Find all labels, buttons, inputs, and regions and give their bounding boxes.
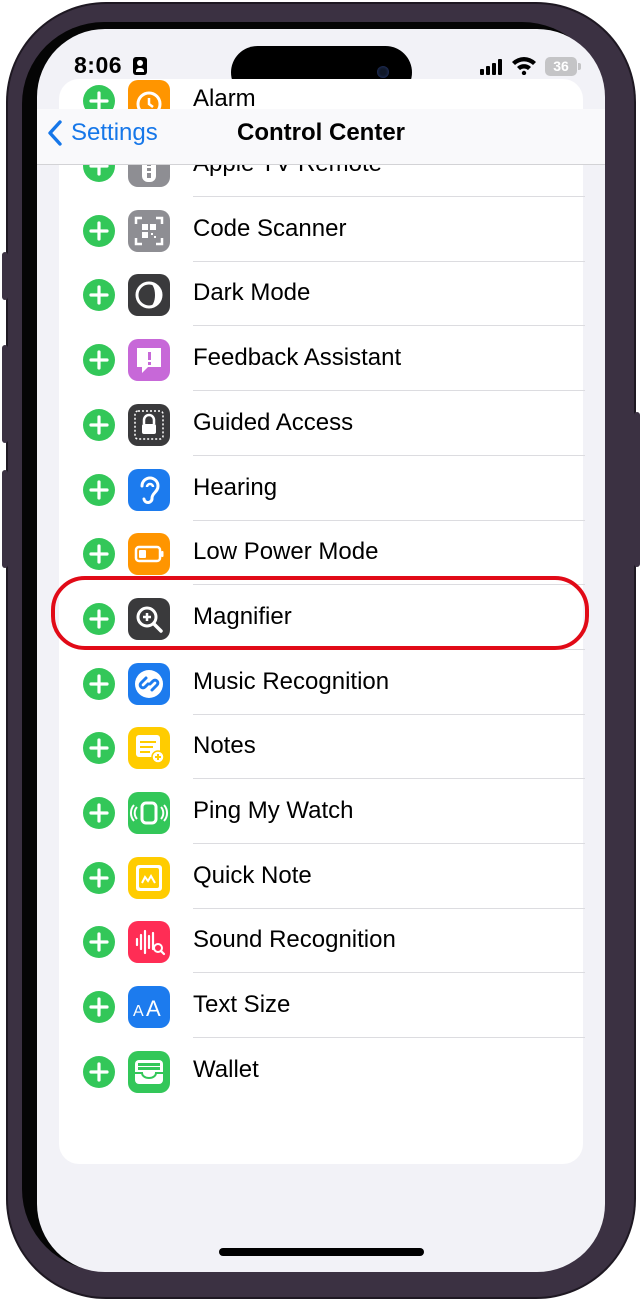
control-label: Guided Access	[193, 408, 354, 436]
control-label: Low Power Mode	[193, 538, 379, 566]
control-row-hearing: Hearing	[59, 457, 585, 521]
svg-text:A: A	[133, 1003, 144, 1020]
volume-down-button	[2, 470, 8, 568]
plus-icon	[89, 415, 109, 435]
control-label: Hearing	[193, 473, 278, 501]
add-control-button[interactable]	[83, 344, 115, 377]
add-control-button[interactable]	[83, 667, 115, 700]
plus-icon	[89, 997, 109, 1017]
control-label: Text Size	[193, 991, 291, 1019]
add-control-button[interactable]	[83, 408, 115, 441]
control-row-sound-recognition: Sound Recognition	[59, 909, 585, 974]
control-row-wallet: Wallet	[59, 1039, 583, 1103]
control-row-ping-my-watch: Ping My Watch	[59, 780, 585, 844]
control-label: Quick Note	[193, 861, 312, 889]
plus-icon	[89, 350, 109, 370]
shazam-icon	[128, 662, 170, 705]
plus-icon	[89, 544, 109, 564]
add-control-button[interactable]	[83, 861, 115, 894]
add-control-button[interactable]	[83, 732, 115, 765]
control-row-text-size: A A Text Size	[59, 974, 585, 1039]
svg-text:A: A	[146, 996, 161, 1021]
ear-icon	[128, 468, 170, 511]
plus-icon	[89, 932, 109, 952]
add-control-button[interactable]	[83, 991, 115, 1024]
page-title: Control Center	[237, 119, 405, 146]
navigation-bar: Settings Control Center	[37, 109, 605, 165]
control-label: Feedback Assistant	[193, 344, 402, 372]
volume-up-button	[2, 345, 8, 443]
add-control-button[interactable]	[83, 926, 115, 959]
qr-code-icon	[128, 209, 170, 252]
control-row-guided-access: Guided Access	[59, 392, 585, 456]
screen: 8:06 36 Settings Control Center Alarm Co…	[37, 29, 605, 1272]
control-row-quick-note: Quick Note	[59, 845, 585, 909]
wallet-icon	[128, 1050, 170, 1093]
quick-note-icon	[128, 856, 170, 899]
lock-icon	[128, 403, 170, 446]
control-label: Music Recognition	[193, 667, 390, 695]
add-control-button[interactable]	[83, 797, 115, 829]
side-button	[634, 412, 640, 567]
control-row-music-recognition: Music Recognition	[59, 651, 585, 715]
plus-icon	[89, 673, 109, 694]
text-size-icon: AA	[128, 986, 170, 1029]
control-row-notes: Notes	[59, 715, 585, 780]
plus-icon	[89, 221, 109, 241]
add-control-button[interactable]	[83, 279, 115, 312]
plus-icon	[89, 738, 109, 758]
control-row-code-scanner: Code Scanner	[59, 198, 585, 262]
control-label: Dark Mode	[193, 279, 311, 307]
highlight-outline	[51, 576, 589, 650]
control-row-dark-mode: Dark Mode	[59, 262, 585, 327]
control-label: Notes	[193, 732, 256, 760]
add-control-button[interactable]	[83, 538, 115, 571]
control-label: Ping My Watch	[193, 797, 354, 824]
action-button	[2, 252, 8, 300]
waveform-icon	[128, 921, 170, 964]
control-row-feedback-assistant: Feedback Assistant	[59, 327, 585, 392]
feedback-icon	[128, 339, 170, 382]
dark-mode-icon	[128, 274, 170, 317]
add-control-button[interactable]	[83, 214, 115, 247]
plus-icon	[89, 803, 109, 823]
plus-icon	[89, 868, 109, 888]
watch-icon	[128, 792, 170, 834]
plus-icon	[89, 1062, 109, 1082]
battery-icon	[128, 533, 170, 576]
add-control-button[interactable]	[83, 1055, 115, 1088]
plus-icon	[89, 285, 109, 305]
add-control-button[interactable]	[83, 473, 115, 506]
home-indicator[interactable]	[219, 1248, 424, 1256]
plus-icon	[89, 479, 109, 500]
control-label: Wallet	[193, 1055, 259, 1083]
control-label: Sound Recognition	[193, 926, 396, 954]
notes-icon	[128, 727, 170, 770]
control-label: Code Scanner	[193, 214, 347, 242]
